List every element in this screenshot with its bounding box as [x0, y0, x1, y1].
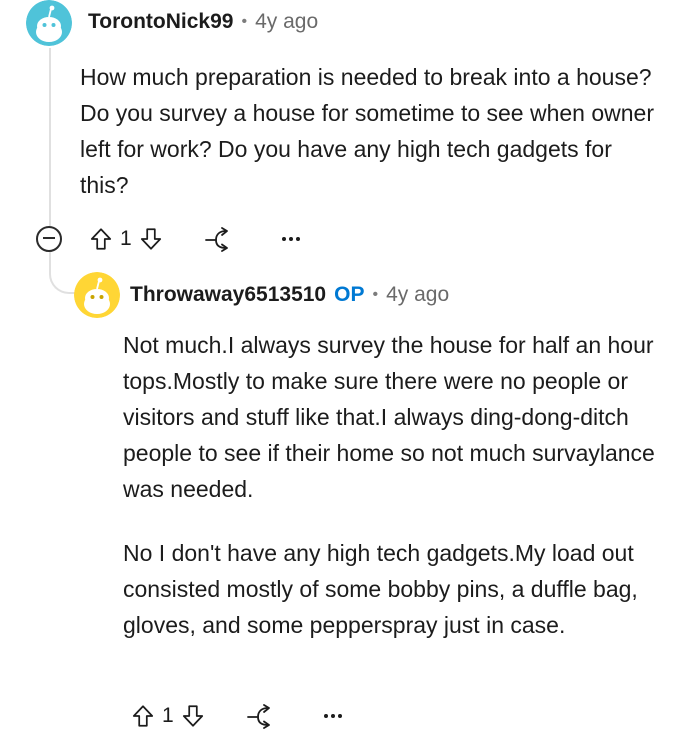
arrow-up-icon[interactable]	[130, 703, 156, 729]
username[interactable]: TorontoNick99	[88, 10, 233, 34]
more-options-icon[interactable]	[322, 712, 344, 720]
vote-count: 1	[162, 704, 174, 727]
comment-meta: TorontoNick99 • 4y ago	[88, 10, 318, 34]
separator-dot: •	[372, 286, 379, 303]
arrow-down-icon[interactable]	[138, 226, 164, 252]
comment-actions: 1	[88, 224, 302, 254]
comment-body: How much preparation is needed to break …	[80, 64, 655, 198]
share-icon[interactable]	[244, 703, 274, 729]
more-options-icon[interactable]	[280, 235, 302, 243]
share-icon[interactable]	[202, 226, 232, 252]
timestamp[interactable]: 4y ago	[386, 283, 449, 307]
arrow-down-icon[interactable]	[180, 703, 206, 729]
comment-body-paragraph: No I don't have any high tech gadgets.My…	[123, 540, 638, 638]
vote-count: 1	[120, 227, 132, 250]
collapse-icon[interactable]	[36, 226, 62, 252]
comment-actions: 1	[130, 701, 344, 731]
comment-body-paragraph: Not much.I always survey the house for h…	[123, 332, 655, 502]
op-badge: OP	[334, 283, 365, 306]
username[interactable]: Throwaway6513510	[130, 283, 326, 307]
comment-meta: Throwaway6513510 OP • 4y ago	[130, 283, 449, 307]
avatar[interactable]	[26, 0, 72, 46]
avatar[interactable]	[74, 272, 120, 318]
timestamp[interactable]: 4y ago	[255, 10, 318, 34]
reply-branch-line	[49, 252, 75, 294]
arrow-up-icon[interactable]	[88, 226, 114, 252]
separator-dot: •	[241, 13, 248, 30]
thread-line	[49, 48, 51, 226]
